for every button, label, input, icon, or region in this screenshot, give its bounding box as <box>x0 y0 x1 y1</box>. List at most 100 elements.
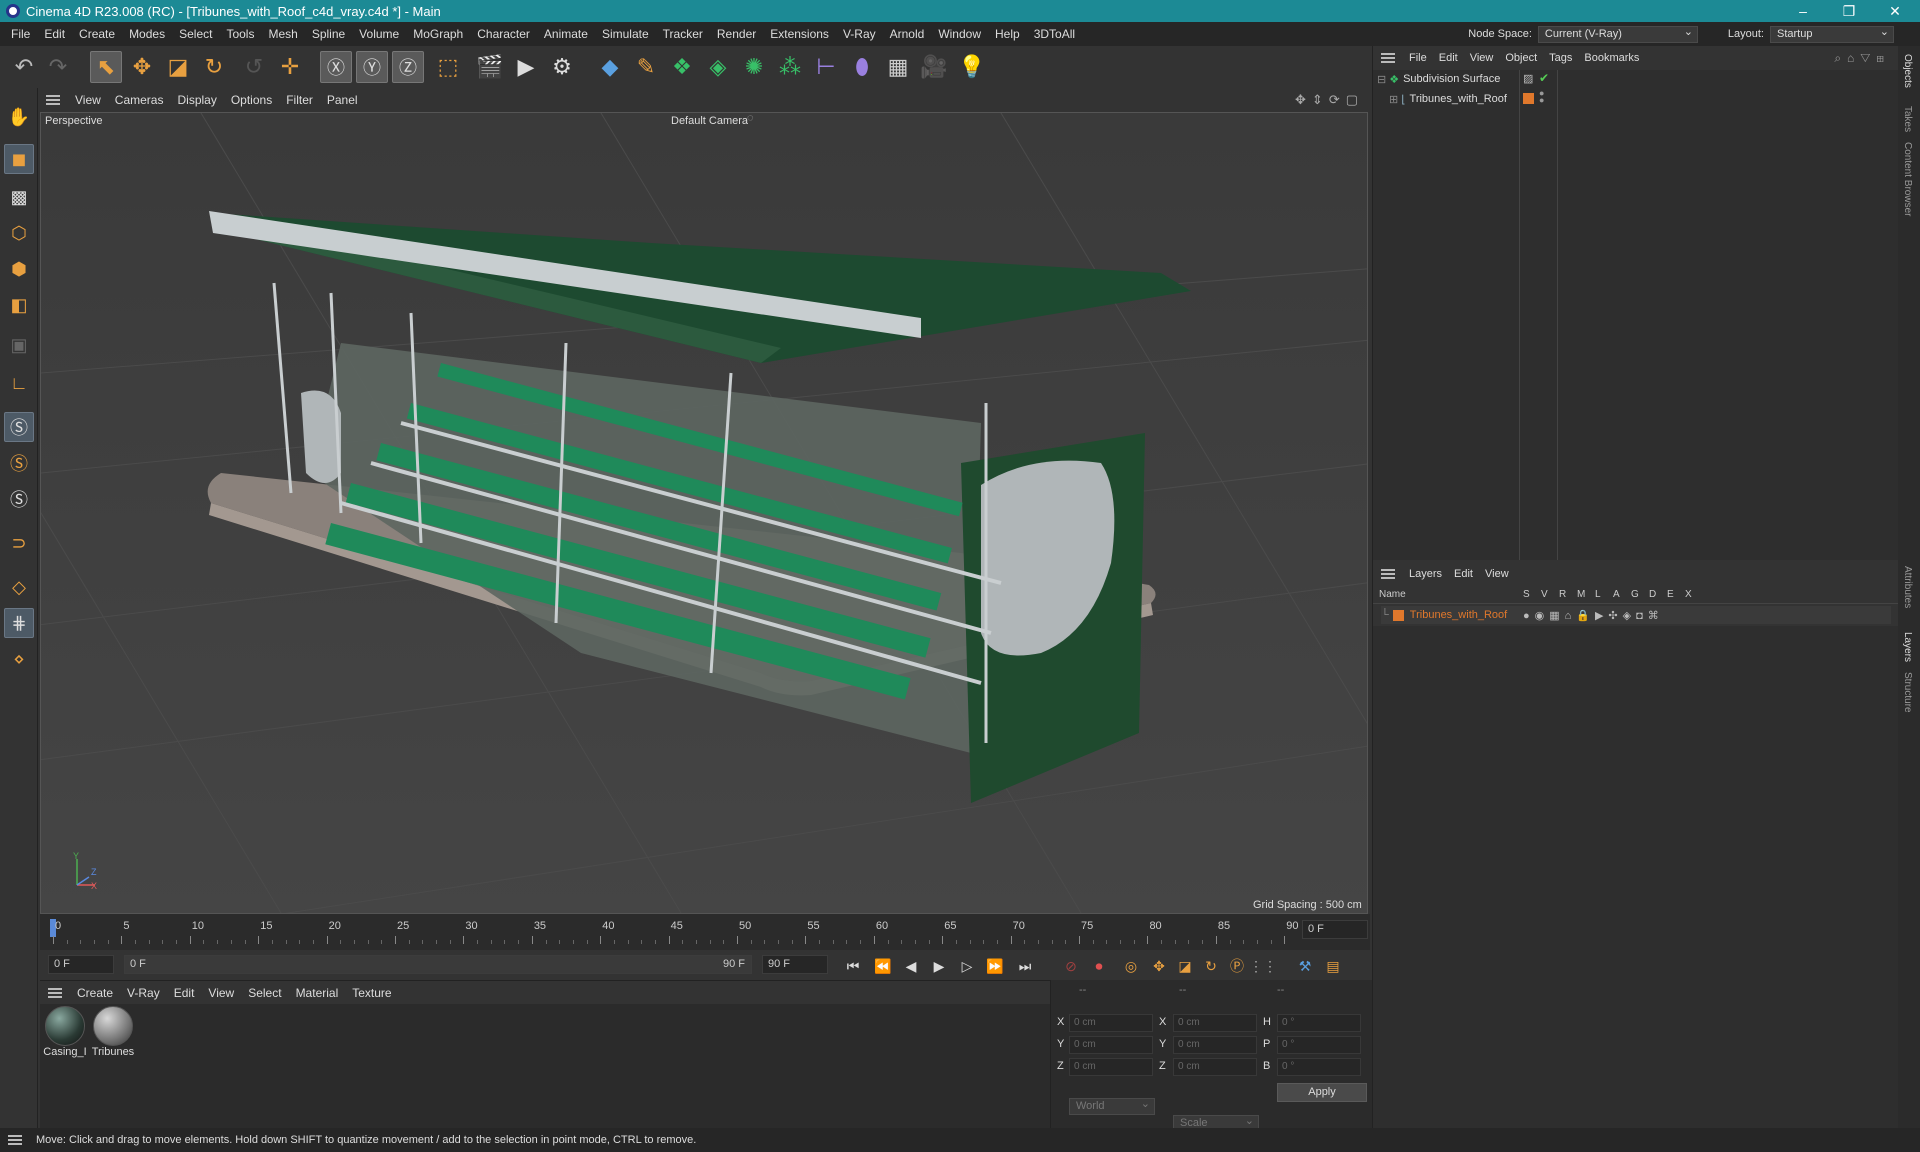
scale-y-field[interactable]: 0 cm <box>1173 1036 1257 1054</box>
enabled-check-icon[interactable]: ✔ <box>1539 71 1549 85</box>
layer-menu-layers[interactable]: Layers <box>1403 568 1448 580</box>
rotation-p-field[interactable]: 0 ° <box>1277 1036 1361 1054</box>
menu-file[interactable]: File <box>4 27 37 41</box>
transform-tool-icon[interactable]: ✛ <box>274 51 306 83</box>
deformer-icon[interactable]: ⊢ <box>810 51 842 83</box>
points-mode-icon[interactable]: ⬡ <box>4 218 34 248</box>
rotation-b-field[interactable]: 0 ° <box>1277 1058 1361 1076</box>
coordinate-mode-dropdown[interactable]: World <box>1069 1097 1155 1115</box>
material-menu-material[interactable]: Material <box>289 986 346 1000</box>
viewport-menu-filter[interactable]: Filter <box>279 93 320 107</box>
timeline-window-icon[interactable]: ▤ <box>1322 955 1344 977</box>
scale-key-icon[interactable]: ◪ <box>1174 955 1196 977</box>
axis-mode-icon[interactable]: ∟ <box>4 368 34 398</box>
render-settings-icon[interactable]: ⚙ <box>546 51 578 83</box>
recent-tool-icon[interactable]: ↺ <box>238 51 270 83</box>
mograph-icon[interactable]: ⁂ <box>774 51 806 83</box>
timeline-ruler[interactable]: 0 5 10 15 20 25 30 35 40 45 50 55 60 65 70 75 80 85 90 0 F <box>40 914 1370 950</box>
material-menu-select[interactable]: Select <box>241 986 288 1000</box>
menu-arnold[interactable]: Arnold <box>883 27 932 41</box>
viewport-nav-icons[interactable]: ✥⇕⟳▢ <box>1295 92 1364 108</box>
render-picture-viewer-icon[interactable]: ▶ <box>510 51 542 83</box>
node-space-dropdown[interactable]: Current (V-Ray) <box>1537 25 1698 43</box>
menu-simulate[interactable]: Simulate <box>595 27 656 41</box>
y-axis-lock-icon[interactable]: Ⓨ <box>356 51 388 83</box>
layout-dropdown[interactable]: Startup <box>1770 25 1894 43</box>
go-to-end-icon[interactable]: ⏭ <box>1014 955 1036 977</box>
redo-icon[interactable]: ↷ <box>42 51 74 83</box>
menu-3dtoall[interactable]: 3DToAll <box>1027 27 1082 41</box>
position-y-field[interactable]: 0 cm <box>1069 1036 1153 1054</box>
menu-animate[interactable]: Animate <box>537 27 595 41</box>
rotation-h-field[interactable]: 0 ° <box>1277 1014 1361 1032</box>
object-menu-file[interactable]: File <box>1403 52 1433 64</box>
x-axis-lock-icon[interactable]: Ⓧ <box>320 51 352 83</box>
menu-tools[interactable]: Tools <box>219 27 261 41</box>
object-search-filter-icons[interactable]: ⌕⌂▽⊞ <box>1834 51 1890 66</box>
tab-content-browser[interactable]: Content Browser <box>1902 142 1913 216</box>
collapse-icon[interactable]: ⊟ <box>1377 73 1386 86</box>
light-icon[interactable]: 💡 <box>956 51 988 83</box>
uv-mode-icon[interactable]: ▣ <box>4 330 34 360</box>
texture-mode-icon[interactable]: ▩ <box>4 182 34 212</box>
pen-spline-icon[interactable]: ✎ <box>630 51 662 83</box>
viewport-menu-options[interactable]: Options <box>224 93 279 107</box>
current-frame-value[interactable]: 0 F <box>1302 920 1368 939</box>
position-x-field[interactable]: 0 cm <box>1069 1014 1153 1032</box>
menu-vray[interactable]: V-Ray <box>836 27 883 41</box>
scale-tool-icon[interactable]: ◪ <box>162 51 194 83</box>
layer-color-swatch[interactable] <box>1523 93 1534 104</box>
object-menu-edit[interactable]: Edit <box>1433 52 1464 64</box>
tab-layers[interactable]: Layers <box>1902 632 1913 662</box>
object-menu-icon[interactable] <box>1381 53 1395 63</box>
menu-extensions[interactable]: Extensions <box>763 27 836 41</box>
restore-button[interactable]: ❐ <box>1826 0 1872 22</box>
status-menu-icon[interactable] <box>8 1135 22 1145</box>
menu-spline[interactable]: Spline <box>305 27 352 41</box>
object-name[interactable]: Tribunes_with_Roof <box>1410 93 1507 105</box>
menu-help[interactable]: Help <box>988 27 1027 41</box>
menu-window[interactable]: Window <box>931 27 988 41</box>
viewport-menu-panel[interactable]: Panel <box>320 93 365 107</box>
make-editable-icon[interactable]: ✋ <box>4 102 34 132</box>
current-frame-field[interactable]: 0 F <box>1302 920 1368 939</box>
motion-system-icon[interactable]: ⚒ <box>1294 955 1316 977</box>
extrude-icon[interactable]: ◈ <box>702 51 734 83</box>
model-mode-icon[interactable]: ◼ <box>4 144 34 174</box>
visibility-dots-icon[interactable]: ● ● <box>1539 89 1544 105</box>
field-icon[interactable]: ⬮ <box>846 51 878 83</box>
frame-range-slider[interactable]: 0 F 90 F <box>124 955 752 974</box>
previous-key-icon[interactable]: ⏪ <box>872 955 894 977</box>
position-key-icon[interactable]: ✥ <box>1148 955 1170 977</box>
object-menu-view[interactable]: View <box>1464 52 1500 64</box>
position-z-field[interactable]: 0 cm <box>1069 1058 1153 1076</box>
menu-character[interactable]: Character <box>470 27 537 41</box>
start-frame-field[interactable]: 0 F <box>48 955 114 974</box>
locked-workplane-icon[interactable]: ⋄ <box>4 644 34 674</box>
go-to-start-icon[interactable]: ⏮ <box>842 955 864 977</box>
play-icon[interactable]: ▶ <box>928 955 950 977</box>
material-menu-edit[interactable]: Edit <box>167 986 202 1000</box>
viewport-menu-display[interactable]: Display <box>170 93 223 107</box>
expand-icon[interactable]: ⊞ <box>1389 93 1398 106</box>
point-level-animation-icon[interactable]: ⋮⋮ <box>1249 955 1277 977</box>
menu-mograph[interactable]: MoGraph <box>406 27 470 41</box>
camera-icon[interactable]: 🎥 <box>918 51 950 83</box>
rotation-key-icon[interactable]: ↻ <box>1200 955 1222 977</box>
menu-mesh[interactable]: Mesh <box>261 27 304 41</box>
snap-icon[interactable]: Ⓢ <box>4 412 34 442</box>
object-row-subdivision[interactable]: ⊟ ❖ Subdivision Surface <box>1377 70 1500 88</box>
move-tool-icon[interactable]: ✥ <box>126 51 158 83</box>
polygons-mode-icon[interactable]: ◧ <box>4 290 34 320</box>
coordinate-system-icon[interactable]: ⬚ <box>432 51 464 83</box>
menu-volume[interactable]: Volume <box>352 27 406 41</box>
floor-icon[interactable]: ▦ <box>882 51 914 83</box>
menu-tracker[interactable]: Tracker <box>656 27 710 41</box>
material-menu-create[interactable]: Create <box>70 986 120 1000</box>
layer-row[interactable]: └ Tribunes_with_Roof ●◉▦⌂🔒▶✣◈◘⌘ <box>1381 606 1891 624</box>
material-menu-vray[interactable]: V-Ray <box>120 986 167 1000</box>
snap-settings-icon[interactable]: Ⓢ <box>4 448 34 478</box>
object-row-tribunes[interactable]: ⊞ ⌊ Tribunes_with_Roof <box>1389 90 1507 108</box>
tab-objects[interactable]: Objects <box>1902 54 1913 88</box>
layer-name[interactable]: Tribunes_with_Roof <box>1410 609 1507 621</box>
